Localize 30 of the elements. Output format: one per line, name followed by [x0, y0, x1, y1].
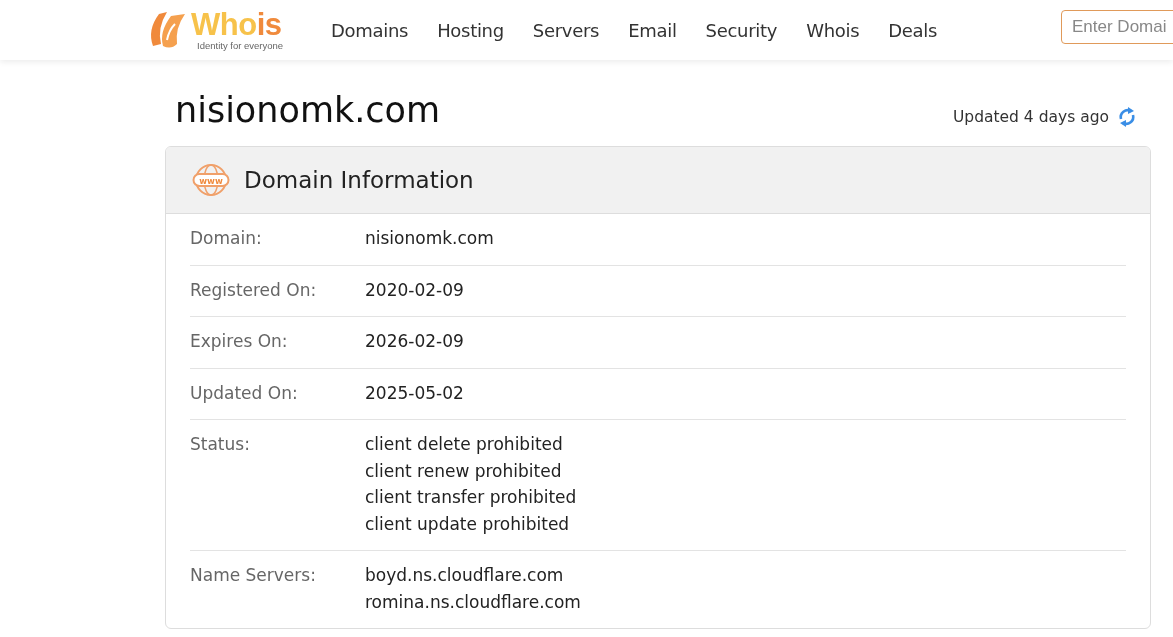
- nav-link[interactable]: Email: [628, 19, 677, 41]
- field-value: romina.ns.cloudflare.com: [365, 590, 581, 614]
- nav-link[interactable]: Servers: [532, 19, 600, 41]
- field-value: client update prohibited: [365, 512, 571, 536]
- nav-link[interactable]: Security: [705, 19, 778, 41]
- field-label: Updated On:: [190, 381, 299, 405]
- field-value: client renew prohibited: [365, 459, 563, 483]
- updated-text: Updated 4 days ago: [952, 108, 1109, 126]
- logo-tagline: Identity for everyone: [196, 39, 284, 51]
- search-field[interactable]: Enter Domai: [1061, 10, 1173, 44]
- nav-link[interactable]: Whois: [806, 19, 860, 41]
- field-value: 2020-02-09: [365, 278, 464, 302]
- field-value: nisionomk.com: [365, 227, 494, 250]
- field-label: Expires On:: [190, 330, 289, 353]
- field-label: Status:: [190, 433, 251, 456]
- www-globe-icon: www: [192, 162, 230, 198]
- field-value: client transfer prohibited: [365, 486, 577, 509]
- domain-title: nisionomk.com: [175, 89, 441, 132]
- field-value: client delete prohibited: [365, 433, 564, 456]
- field-value: 2025-05-02: [365, 381, 464, 405]
- field-value: 2026-02-09: [365, 330, 464, 353]
- nav-link[interactable]: Deals: [888, 19, 938, 41]
- field-label: Domain:: [190, 227, 263, 250]
- card-title: Domain Information: [244, 167, 474, 193]
- nav-link[interactable]: Hosting: [437, 19, 504, 41]
- field-label: Registered On:: [190, 278, 318, 302]
- nav-link[interactable]: Domains: [331, 19, 409, 41]
- field-label: Name Servers:: [190, 564, 317, 587]
- refresh-icon[interactable]: [1117, 106, 1137, 128]
- field-value: boyd.ns.cloudflare.com: [365, 564, 565, 587]
